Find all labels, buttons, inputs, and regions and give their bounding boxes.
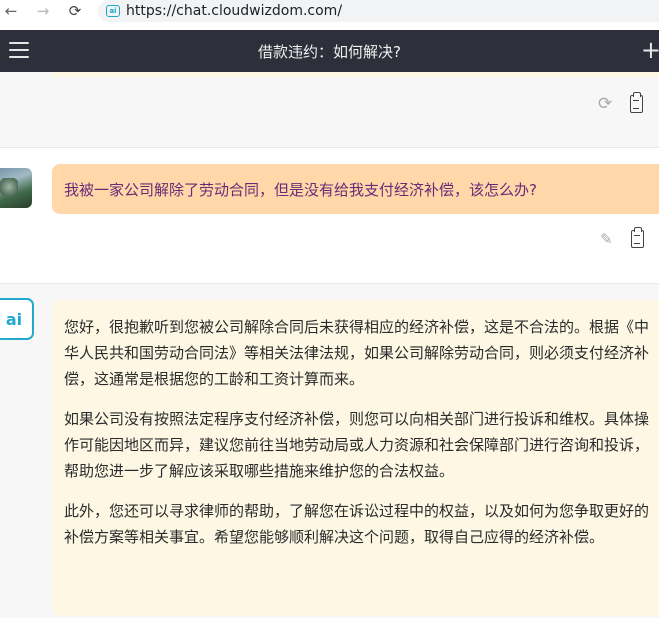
- back-arrow-icon[interactable]: ←: [0, 0, 22, 22]
- app-header: 借款违约：如何解决? +: [0, 30, 659, 72]
- menu-icon[interactable]: [9, 42, 29, 58]
- user-message-row: 我被一家公司解除了劳动合同，但是没有给我支付经济补偿，该怎么办? ✎: [0, 148, 659, 284]
- user-avatar: [0, 168, 32, 208]
- user-message-bubble: 我被一家公司解除了劳动合同，但是没有给我支付经济补偿，该怎么办?: [52, 164, 659, 214]
- url-text: https://chat.cloudwizdom.com/: [126, 3, 343, 19]
- ai-message-bubble: 您好，很抱歉听到您被公司解除合同后未获得相应的经济补偿，这是不合法的。根据《中华…: [52, 300, 659, 616]
- ai-paragraph: 您好，很抱歉听到您被公司解除合同后未获得相应的经济补偿，这是不合法的。根据《中华…: [64, 318, 650, 388]
- previous-ai-bubble: [52, 72, 659, 77]
- user-message-text: 我被一家公司解除了劳动合同，但是没有给我支付经济补偿，该怎么办?: [64, 180, 537, 199]
- copy-icon[interactable]: [630, 227, 644, 248]
- ai-paragraph: 此外，您还可以寻求律师的帮助，了解您在诉讼过程中的权益，以及如何为您争取更好的补…: [64, 502, 650, 546]
- address-bar[interactable]: ai https://chat.cloudwizdom.com/: [98, 0, 659, 22]
- ai-message-row: ai 您好，很抱歉听到您被公司解除合同后未获得相应的经济补偿，这是不合法的。根据…: [0, 284, 659, 618]
- user-message-actions: ✎: [600, 227, 644, 248]
- message-actions: ⟳: [598, 92, 644, 114]
- edit-icon[interactable]: ✎: [600, 230, 613, 248]
- regenerate-icon[interactable]: ⟳: [598, 94, 612, 114]
- browser-toolbar: ← → ⟳ ai https://chat.cloudwizdom.com/: [0, 0, 659, 22]
- page-title: 借款违约：如何解决?: [258, 42, 401, 61]
- copy-icon[interactable]: [630, 92, 644, 113]
- forward-arrow-icon[interactable]: →: [32, 0, 54, 22]
- previous-message-row: ⟳: [0, 72, 659, 148]
- ai-avatar-logo-icon: ai: [0, 298, 34, 340]
- site-favicon-icon: ai: [106, 5, 120, 17]
- reload-icon[interactable]: ⟳: [64, 0, 86, 22]
- new-chat-plus-icon[interactable]: +: [641, 38, 659, 62]
- ai-paragraph: 如果公司没有按照法定程序支付经济补偿，则您可以向相关部门进行投诉和维权。具体操作…: [64, 410, 650, 480]
